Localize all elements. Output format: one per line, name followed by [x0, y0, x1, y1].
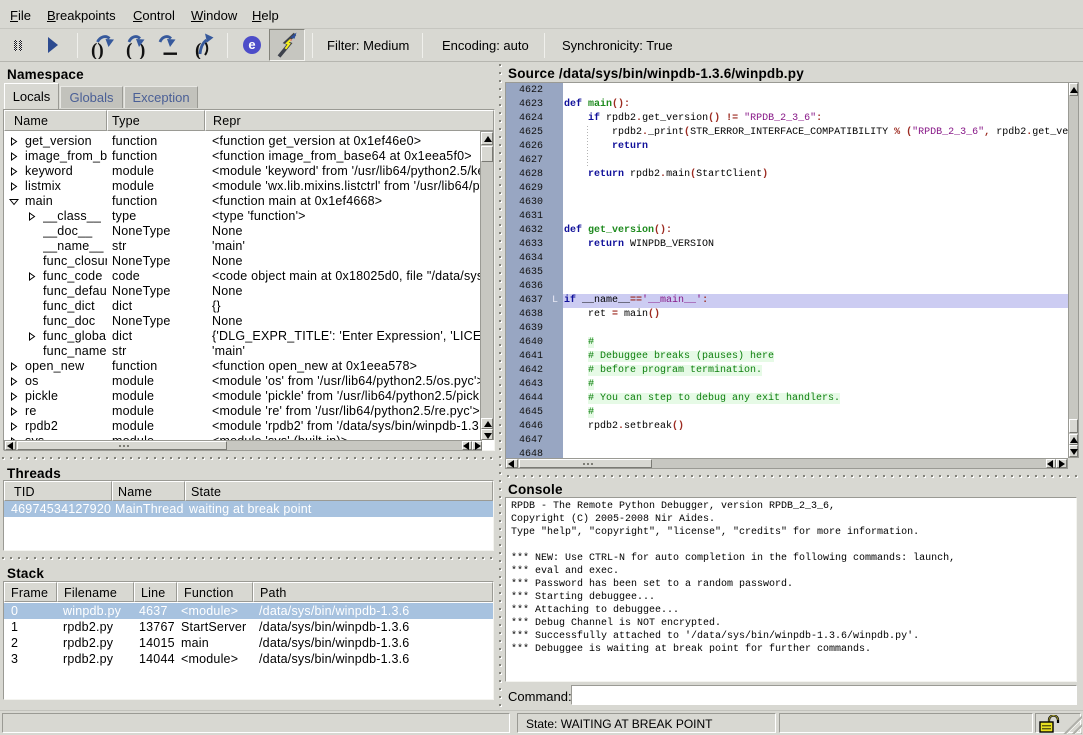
svg-text:(: ( [126, 40, 132, 59]
svg-text:(): () [91, 40, 104, 59]
